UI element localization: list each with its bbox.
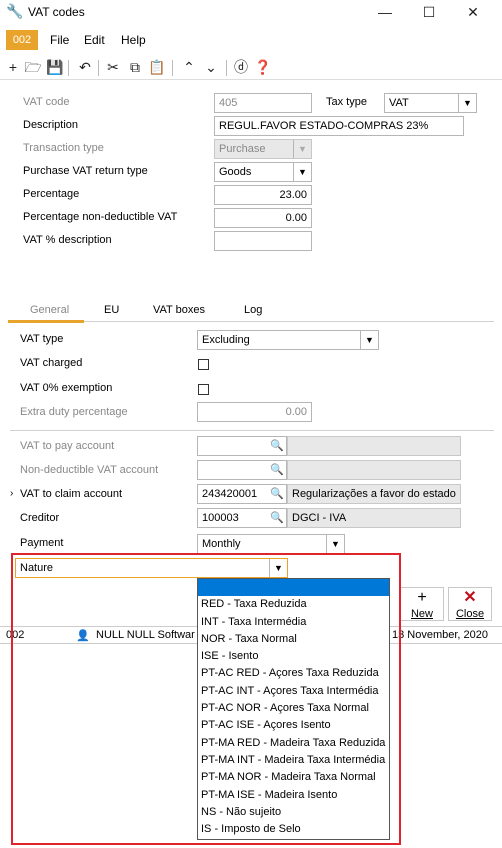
payment-select[interactable]: Monthly ▼ (197, 534, 345, 554)
add-icon[interactable]: + (4, 58, 22, 76)
minimize-button[interactable]: — (366, 1, 404, 23)
chevron-down-icon[interactable]: ▼ (326, 535, 344, 553)
close-window-button[interactable]: ✕ (454, 1, 492, 23)
vat-to-pay-account-label: VAT to pay account (20, 440, 115, 452)
tax-type-label: Tax type (326, 96, 367, 108)
status-date: 13 November, 2020 (392, 629, 489, 641)
tab-strip: General EU VAT boxes Log (8, 300, 494, 322)
nondeductible-vat-account-field[interactable]: 🔍 (197, 460, 287, 480)
vat-percent-description-label: VAT % description (23, 234, 112, 246)
nondeductible-vat-account-label: Non-deductible VAT account (20, 464, 159, 476)
payment-value: Monthly (202, 538, 241, 550)
tax-type-value: VAT (389, 97, 409, 109)
purchase-vat-return-type-value: Goods (219, 166, 252, 178)
purchase-vat-return-type-label: Purchase VAT return type (23, 165, 148, 177)
vat-code-field[interactable]: 405 (214, 93, 312, 113)
wrench-icon: 🔧 (6, 3, 24, 19)
menu-help[interactable]: Help (121, 33, 146, 47)
creditor-field[interactable]: 100003 🔍 (197, 508, 287, 528)
divider (10, 430, 494, 431)
plus-icon: + (417, 589, 427, 606)
window-title: VAT codes (28, 5, 85, 19)
chevron-down-icon[interactable]: ▼ (458, 94, 476, 112)
vat-to-pay-account-name (287, 436, 461, 456)
tab-eu[interactable]: EU (104, 304, 119, 316)
save-icon[interactable]: 💾 (46, 58, 64, 76)
chevron-down-icon[interactable]: ⌄ (202, 58, 220, 76)
percentage-nondeductible-label: Percentage non-deductible VAT (23, 211, 178, 223)
vat-code-label: VAT code (23, 96, 70, 108)
extra-duty-label: Extra duty percentage (20, 406, 128, 418)
percentage-field[interactable]: 23.00 (214, 185, 312, 205)
highlight-annotation (11, 553, 401, 845)
help-icon[interactable]: ❓ (254, 58, 272, 76)
new-button[interactable]: + New (400, 587, 444, 621)
chevron-up-icon[interactable]: ⌃ (180, 58, 198, 76)
vat-charged-checkbox[interactable] (198, 359, 209, 370)
payment-label: Payment (20, 537, 64, 549)
tax-type-select[interactable]: VAT ▼ (384, 93, 477, 113)
tab-log[interactable]: Log (244, 304, 262, 316)
lookup-icon[interactable]: 🔍 (270, 463, 284, 477)
vat-0-exemption-checkbox[interactable] (198, 384, 209, 395)
description-field[interactable]: REGUL.FAVOR ESTADO-COMPRAS 23% (214, 116, 464, 136)
purchase-vat-return-type-select[interactable]: Goods ▼ (214, 162, 312, 182)
paste-icon[interactable]: 📋 (148, 58, 166, 76)
tab-general[interactable]: General (30, 304, 69, 316)
creditor-label: Creditor (20, 512, 60, 524)
extra-duty-field[interactable]: 0.00 (197, 402, 312, 422)
maximize-button[interactable]: ☐ (410, 1, 448, 23)
transaction-type-value: Purchase (219, 143, 266, 155)
title-bar: 🔧 VAT codes — ☐ ✕ (0, 0, 502, 24)
transaction-type-select: Purchase ▼ (214, 139, 312, 159)
percentage-label: Percentage (23, 188, 80, 200)
vat-to-claim-account-code: 243420001 (202, 488, 258, 500)
open-folder-icon[interactable]: 🗁 (24, 58, 42, 76)
toolbar: + 🗁 💾 ↶ ✂ ⧉ 📋 ⌃ ⌄ ⓓ ❓ (0, 56, 502, 80)
vat-type-value: Excluding (202, 334, 250, 346)
current-row-indicator: › (10, 488, 14, 499)
vat-percent-description-field[interactable] (214, 231, 312, 251)
vat-to-pay-account-field[interactable]: 🔍 (197, 436, 287, 456)
active-tab-indicator (8, 320, 84, 323)
creditor-name: DGCI - IVA (287, 508, 461, 528)
transaction-type-label: Transaction type (23, 142, 104, 154)
menu-bar: 002 File Edit Help (0, 28, 502, 52)
vat-to-claim-account-label: VAT to claim account (20, 488, 123, 500)
vat-0-exemption-label: VAT 0% exemption (20, 382, 113, 394)
vat-to-claim-account-name: Regularizações a favor do estado (287, 484, 461, 504)
vat-type-label: VAT type (20, 333, 64, 345)
lookup-icon[interactable]: 🔍 (270, 439, 284, 453)
chevron-down-icon[interactable]: ▼ (293, 163, 311, 181)
vat-charged-label: VAT charged (20, 357, 83, 369)
cut-icon[interactable]: ✂ (104, 58, 122, 76)
chevron-down-icon[interactable]: ▼ (360, 331, 378, 349)
undo-icon[interactable]: ↶ (76, 58, 94, 76)
menu-edit[interactable]: Edit (84, 33, 105, 47)
creditor-code: 100003 (202, 512, 239, 524)
chevron-down-icon: ▼ (293, 140, 311, 158)
euro-icon[interactable]: ⓓ (232, 58, 250, 76)
percentage-nondeductible-field[interactable]: 0.00 (214, 208, 312, 228)
company-code-badge[interactable]: 002 (6, 30, 38, 50)
nondeductible-vat-account-name (287, 460, 461, 480)
lookup-icon[interactable]: 🔍 (270, 487, 284, 501)
vat-type-select[interactable]: Excluding ▼ (197, 330, 379, 350)
description-label: Description (23, 119, 79, 131)
tab-vat-boxes[interactable]: VAT boxes (153, 304, 205, 316)
close-icon: ✕ (463, 589, 477, 606)
lookup-icon[interactable]: 🔍 (270, 511, 284, 525)
menu-file[interactable]: File (50, 33, 69, 47)
vat-to-claim-account-field[interactable]: 243420001 🔍 (197, 484, 287, 504)
close-button[interactable]: ✕ Close (448, 587, 492, 621)
copy-icon[interactable]: ⧉ (126, 58, 144, 76)
